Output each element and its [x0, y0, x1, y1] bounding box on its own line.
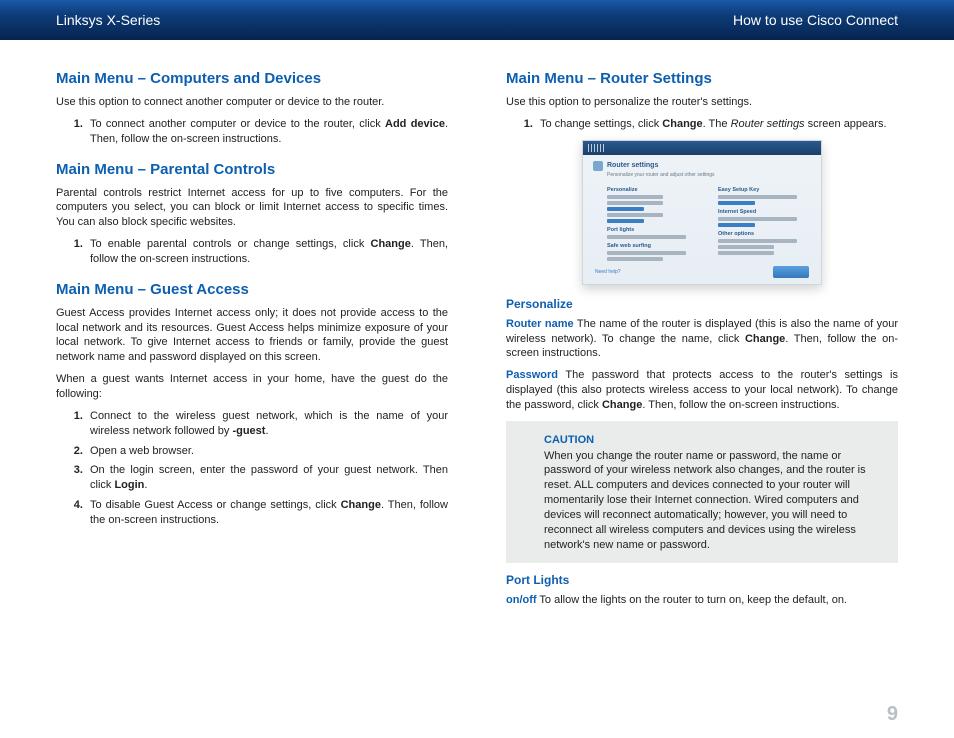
list-item: Connect to the wireless guest network, w…	[86, 409, 448, 439]
screenshot-titlebar	[583, 141, 821, 155]
list-item: To connect another computer or device to…	[86, 117, 448, 147]
screenshot-title: Router settings	[607, 162, 658, 169]
section-parental-controls-title: Main Menu – Parental Controls	[56, 161, 448, 178]
gear-icon	[593, 161, 603, 171]
section-computers-devices-list: To connect another computer or device to…	[56, 117, 448, 147]
screenshot-footer-link: Need help?	[595, 269, 621, 275]
router-name-paragraph: Router name The name of the router is di…	[506, 317, 898, 362]
page-header: Linksys X-Series How to use Cisco Connec…	[0, 0, 954, 40]
section-guest-access-intro: Guest Access provides Internet access on…	[56, 306, 448, 365]
header-left: Linksys X-Series	[56, 12, 160, 28]
list-item: To enable parental controls or change se…	[86, 237, 448, 267]
screenshot-finish-button	[773, 266, 809, 278]
caution-title: CAUTION	[544, 433, 884, 448]
list-item: To disable Guest Access or change settin…	[86, 498, 448, 528]
section-guest-access-p2: When a guest wants Internet access in yo…	[56, 372, 448, 402]
section-parental-controls-intro: Parental controls restrict Internet acce…	[56, 186, 448, 231]
section-parental-controls-list: To enable parental controls or change se…	[56, 237, 448, 267]
section-router-settings-intro: Use this option to personalize the route…	[506, 95, 898, 110]
header-right: How to use Cisco Connect	[733, 12, 898, 28]
right-column: Main Menu – Router Settings Use this opt…	[506, 70, 898, 614]
caution-body: When you change the router name or passw…	[544, 450, 866, 551]
section-router-settings-title: Main Menu – Router Settings	[506, 70, 898, 87]
section-guest-access-list: Connect to the wireless guest network, w…	[56, 409, 448, 528]
section-router-settings-list: To change settings, click Change. The Ro…	[506, 117, 898, 132]
section-computers-devices-title: Main Menu – Computers and Devices	[56, 70, 448, 87]
caution-box: CAUTION When you change the router name …	[506, 421, 898, 563]
port-lights-title: Port Lights	[506, 573, 898, 587]
list-item: On the login screen, enter the password …	[86, 463, 448, 493]
list-item: To change settings, click Change. The Ro…	[536, 117, 898, 132]
list-item: Open a web browser.	[86, 444, 448, 459]
router-settings-screenshot: Router settings Personalize your router …	[582, 140, 822, 285]
port-lights-paragraph: on/off To allow the lights on the router…	[506, 593, 898, 608]
section-computers-devices-intro: Use this option to connect another compu…	[56, 95, 448, 110]
password-paragraph: Password The password that protects acce…	[506, 368, 898, 413]
section-guest-access-title: Main Menu – Guest Access	[56, 281, 448, 298]
screenshot-subtitle: Personalize your router and adjust other…	[607, 172, 811, 178]
left-column: Main Menu – Computers and Devices Use th…	[56, 70, 448, 614]
page-number: 9	[887, 703, 898, 726]
personalize-title: Personalize	[506, 297, 898, 311]
content-area: Main Menu – Computers and Devices Use th…	[0, 40, 954, 624]
